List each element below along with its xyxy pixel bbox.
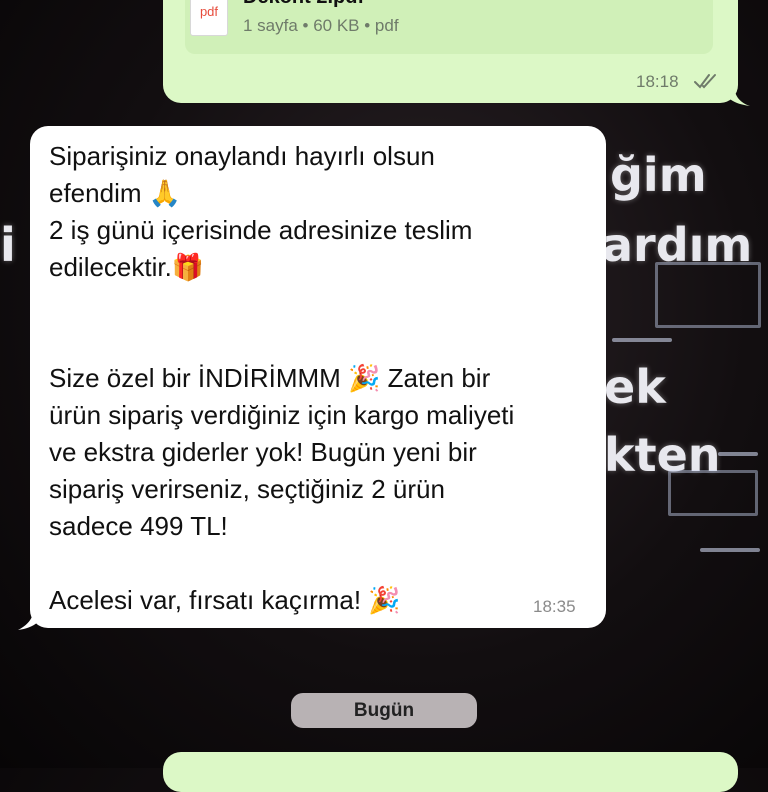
- wallpaper-text: ğim: [610, 148, 707, 202]
- wallpaper-text-left: i: [0, 218, 16, 272]
- message-line: sipariş verirseniz, seçtiğiniz 2 ürün: [49, 474, 445, 504]
- double-check-icon: [694, 74, 716, 89]
- outgoing-message-bubble-next[interactable]: [163, 752, 738, 792]
- outgoing-message-time: 18:18: [636, 72, 679, 91]
- message-line: ürün sipariş verdiğiniz için kargo maliy…: [49, 400, 515, 430]
- attachment-meta: 1 sayfa • 60 KB • pdf: [243, 16, 399, 35]
- message-line: efendim 🙏: [49, 178, 182, 208]
- message-line: Size özel bir İNDİRİMMM 🎉 Zaten bir: [49, 363, 491, 393]
- incoming-message-time: 18:35: [533, 597, 576, 616]
- message-line: edilecektir.🎁: [49, 252, 205, 282]
- message-line: [49, 545, 594, 582]
- wallpaper-shape: [612, 338, 672, 342]
- wallpaper-shape: [655, 262, 761, 328]
- message-line: Acelesi var, fırsatı kaçırma! 🎉: [49, 585, 401, 615]
- outgoing-bubble-tail: [720, 84, 750, 106]
- message-line: 2 iş günü içerisinde adresinize teslim: [49, 215, 473, 245]
- wallpaper-shape: [718, 452, 758, 456]
- wallpaper-shape: [700, 548, 760, 552]
- pdf-file-icon: pdf: [190, 0, 228, 36]
- incoming-bubble-tail: [18, 606, 48, 630]
- message-line: sadece 499 TL!: [49, 511, 228, 541]
- date-separator: Bugün: [291, 693, 477, 728]
- wallpaper-shape: [668, 470, 758, 516]
- wallpaper-text: ek: [604, 360, 666, 414]
- message-line: [49, 286, 594, 323]
- attachment-file-name: Dekont 2.pdf: [243, 0, 364, 9]
- message-line: ve ekstra giderler yok! Bugün yeni bir: [49, 437, 477, 467]
- message-line: Siparişiniz onaylandı hayırlı olsun: [49, 141, 435, 171]
- incoming-message-text: Siparişiniz onaylandı hayırlı olsun efen…: [49, 138, 594, 619]
- message-line: [49, 323, 594, 360]
